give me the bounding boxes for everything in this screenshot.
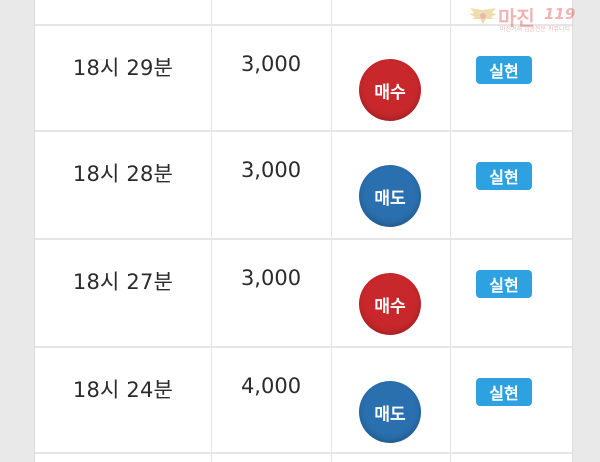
sell-indicator: 매도 [359, 381, 421, 443]
table-row: 18시 29분 3,000 매수 실현 [35, 26, 572, 132]
trade-history-page: 18시 29분 3,000 매수 실현 18시 28분 3,000 매도 실현 … [0, 0, 600, 462]
trade-time: 18시 29분 [72, 56, 174, 80]
status-badge: 실현 [476, 162, 532, 190]
trade-amount: 3,000 [240, 266, 302, 290]
trade-time: 18시 24분 [72, 378, 174, 402]
status-badge: 실현 [476, 56, 532, 84]
logo-tagline: 마진거래 검증전문 커뮤니티 [500, 26, 571, 33]
trade-amount: 4,000 [240, 374, 302, 398]
trade-history-table: 18시 29분 3,000 매수 실현 18시 28분 3,000 매도 실현 … [34, 0, 573, 462]
table-row: 18시 27분 3,000 매수 실현 [35, 240, 572, 346]
watermark-logo: 마진 119 마진거래 검증전문 커뮤니티 [468, 4, 594, 34]
trade-amount: 3,000 [240, 52, 302, 76]
status-badge: 실현 [476, 378, 532, 406]
wing-icon [469, 8, 497, 24]
trade-time: 18시 28분 [72, 162, 174, 186]
trade-time: 18시 27분 [72, 270, 174, 294]
row-divider [35, 452, 572, 454]
logo-suffix: 119 [544, 5, 576, 23]
buy-indicator: 매수 [359, 273, 421, 335]
status-badge: 실현 [476, 270, 532, 298]
buy-indicator: 매수 [359, 59, 421, 121]
table-row: 18시 24분 4,000 매도 실현 [35, 348, 572, 454]
sell-indicator: 매도 [359, 165, 421, 227]
trade-amount: 3,000 [240, 158, 302, 182]
table-row: 18시 28분 3,000 매도 실현 [35, 132, 572, 238]
